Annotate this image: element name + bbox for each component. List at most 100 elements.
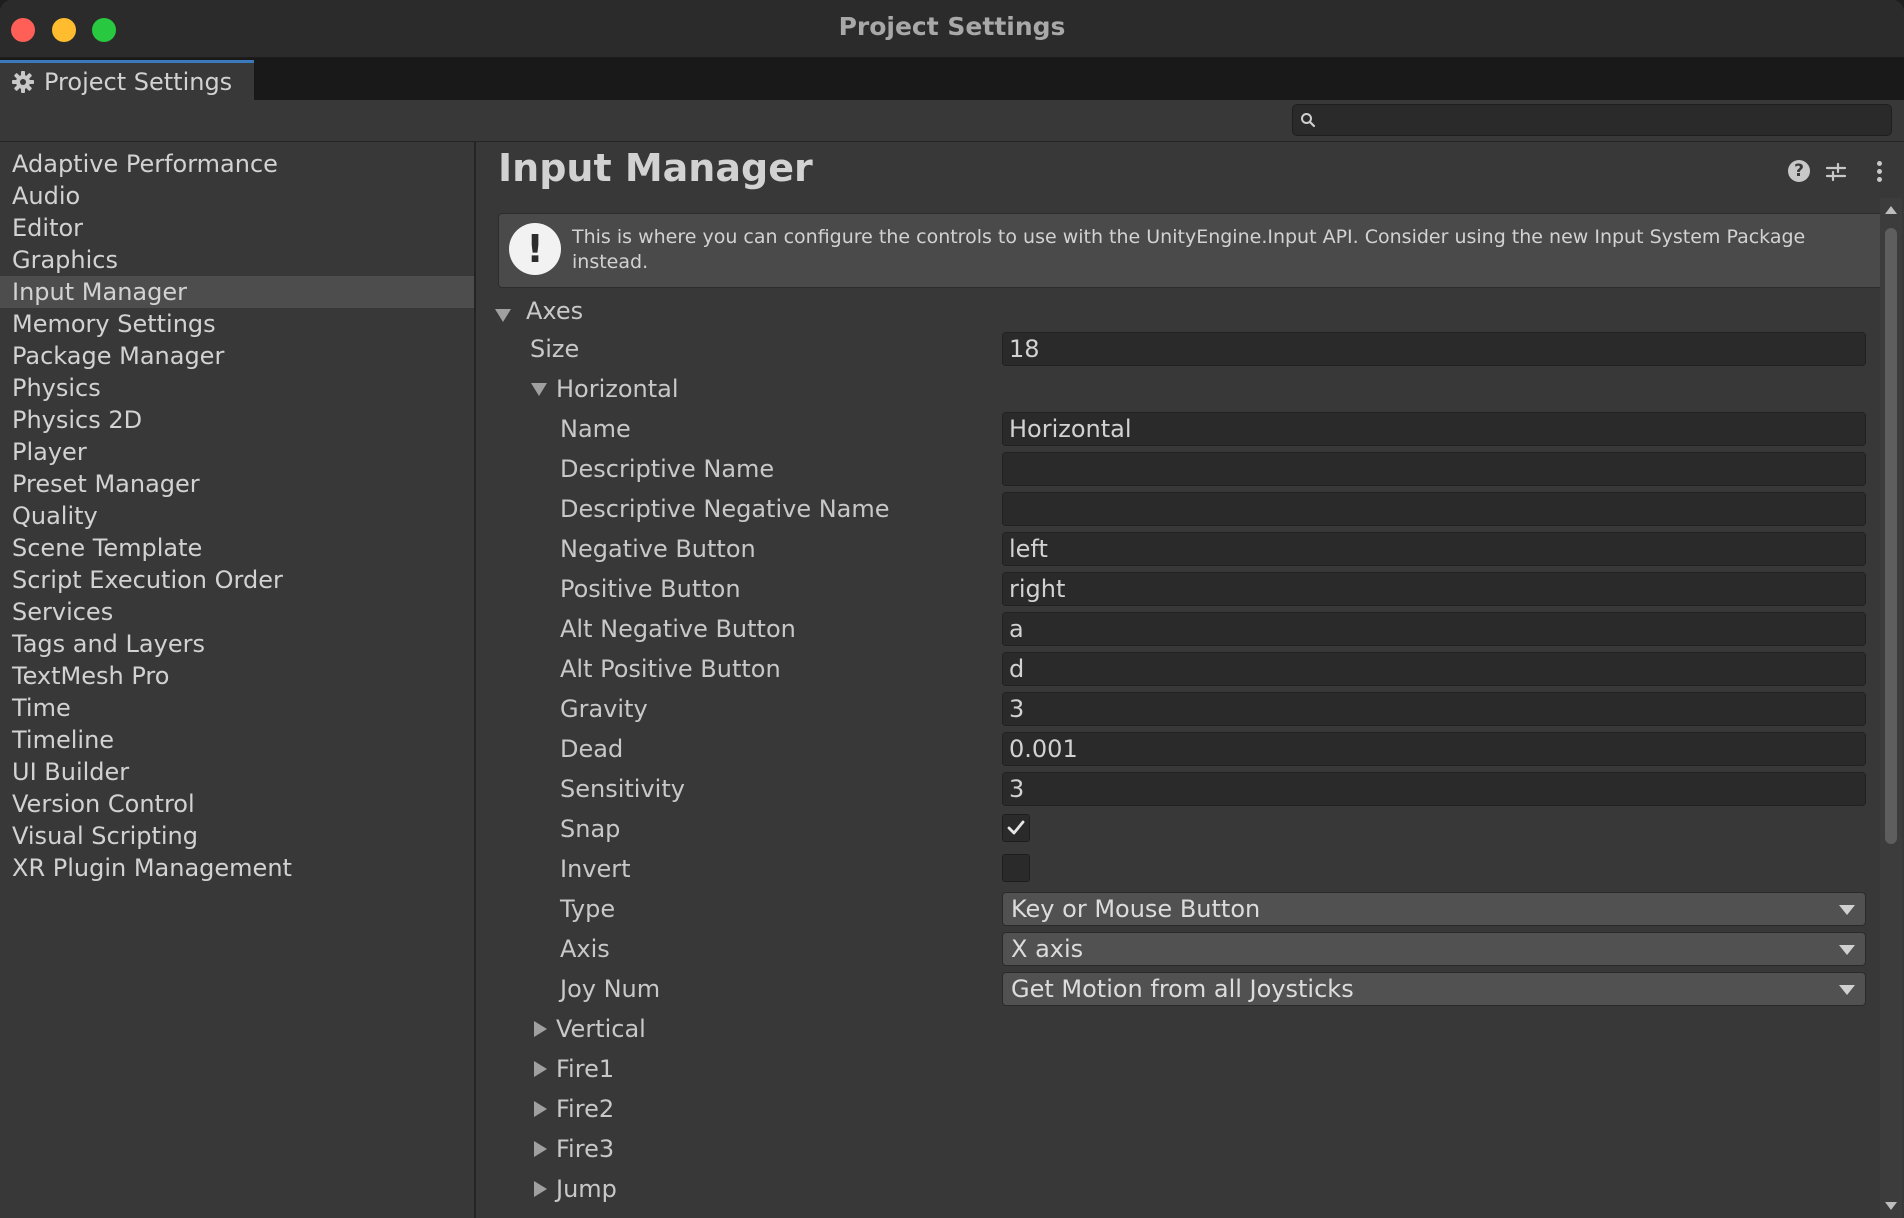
help-icon[interactable]: ? bbox=[1788, 160, 1810, 182]
fire3-foldout-label[interactable]: Fire3 bbox=[556, 1135, 614, 1163]
invert-label: Invert bbox=[560, 855, 631, 883]
settings-options-kebab-icon[interactable] bbox=[1874, 161, 1884, 182]
axis-label: Axis bbox=[560, 935, 610, 963]
sidebar-item-textmesh-pro[interactable]: TextMesh Pro bbox=[0, 660, 474, 692]
sidebar-item-tags-and-layers[interactable]: Tags and Layers bbox=[0, 628, 474, 660]
sidebar-item-quality[interactable]: Quality bbox=[0, 500, 474, 532]
sidebar-item-ui-builder[interactable]: UI Builder bbox=[0, 756, 474, 788]
sidebar-item-graphics[interactable]: Graphics bbox=[0, 244, 474, 276]
joy-num-dropdown[interactable]: Get Motion from all Joysticks bbox=[1002, 972, 1866, 1006]
size-field[interactable] bbox=[1002, 332, 1866, 366]
jump-foldout-label[interactable]: Jump bbox=[556, 1175, 617, 1203]
sidebar-item-player[interactable]: Player bbox=[0, 436, 474, 468]
sidebar-item-package-manager[interactable]: Package Manager bbox=[0, 340, 474, 372]
sidebar-item-input-manager[interactable]: Input Manager bbox=[0, 276, 474, 308]
sidebar-item-physics[interactable]: Physics bbox=[0, 372, 474, 404]
fire1-foldout-label[interactable]: Fire1 bbox=[556, 1055, 614, 1083]
help-box: ! This is where you can configure the co… bbox=[498, 213, 1884, 288]
alt-negative-button-field[interactable] bbox=[1002, 612, 1866, 646]
name-label: Name bbox=[560, 415, 631, 443]
negative-button-label: Negative Button bbox=[560, 535, 756, 563]
chevron-down-icon bbox=[1839, 905, 1855, 915]
sidebar-item-preset-manager[interactable]: Preset Manager bbox=[0, 468, 474, 500]
sensitivity-field[interactable] bbox=[1002, 772, 1866, 806]
search-input[interactable] bbox=[1292, 104, 1892, 136]
gravity-label: Gravity bbox=[560, 695, 648, 723]
type-dropdown-value: Key or Mouse Button bbox=[1011, 895, 1261, 923]
sidebar-item-services[interactable]: Services bbox=[0, 596, 474, 628]
sidebar-item-physics-2d[interactable]: Physics 2D bbox=[0, 404, 474, 436]
chevron-down-icon bbox=[1839, 945, 1855, 955]
sensitivity-label: Sensitivity bbox=[560, 775, 685, 803]
joy-num-label: Joy Num bbox=[560, 975, 661, 1003]
axes-foldout-arrow-icon[interactable] bbox=[495, 309, 511, 322]
sidebar-item-visual-scripting[interactable]: Visual Scripting bbox=[0, 820, 474, 852]
sidebar-item-editor[interactable]: Editor bbox=[0, 212, 474, 244]
title-bar: Project Settings bbox=[0, 0, 1904, 58]
tab-label: Project Settings bbox=[44, 67, 233, 96]
size-label: Size bbox=[530, 335, 580, 363]
sidebar-item-version-control[interactable]: Version Control bbox=[0, 788, 474, 820]
sidebar-list: Adaptive Performance Audio Editor Graphi… bbox=[0, 142, 474, 884]
settings-sidebar: Adaptive Performance Audio Editor Graphi… bbox=[0, 142, 476, 1218]
sidebar-item-time[interactable]: Time bbox=[0, 692, 474, 724]
scroll-up-arrow-icon[interactable] bbox=[1885, 206, 1897, 214]
type-dropdown[interactable]: Key or Mouse Button bbox=[1002, 892, 1866, 926]
warning-icon: ! bbox=[509, 223, 561, 275]
fire1-foldout-arrow-icon[interactable] bbox=[534, 1061, 547, 1077]
fire2-foldout-label[interactable]: Fire2 bbox=[556, 1095, 614, 1123]
invert-checkbox[interactable] bbox=[1002, 854, 1030, 882]
tab-strip: Project Settings bbox=[0, 58, 1904, 148]
sidebar-item-timeline[interactable]: Timeline bbox=[0, 724, 474, 756]
settings-content: Input Manager ? ! This is where you can … bbox=[478, 142, 1904, 1218]
search-bar bbox=[0, 100, 1904, 142]
vertical-foldout-arrow-icon[interactable] bbox=[534, 1021, 547, 1037]
jump-foldout-arrow-icon[interactable] bbox=[534, 1181, 547, 1197]
window-title: Project Settings bbox=[838, 12, 1066, 41]
positive-button-label: Positive Button bbox=[560, 575, 741, 603]
horizontal-foldout-label[interactable]: Horizontal bbox=[556, 375, 679, 403]
tab-project-settings[interactable]: Project Settings bbox=[0, 60, 254, 100]
snap-label: Snap bbox=[560, 815, 621, 843]
gear-icon bbox=[10, 69, 36, 95]
gravity-field[interactable] bbox=[1002, 692, 1866, 726]
alt-positive-button-field[interactable] bbox=[1002, 652, 1866, 686]
descriptive-name-field[interactable] bbox=[1002, 452, 1866, 486]
descriptive-name-label: Descriptive Name bbox=[560, 455, 775, 483]
negative-button-field[interactable] bbox=[1002, 532, 1866, 566]
checkmark-icon bbox=[1007, 820, 1025, 835]
axes-foldout-label[interactable]: Axes bbox=[526, 297, 583, 325]
sidebar-item-scene-template[interactable]: Scene Template bbox=[0, 532, 474, 564]
sidebar-item-memory-settings[interactable]: Memory Settings bbox=[0, 308, 474, 340]
vertical-foldout-label[interactable]: Vertical bbox=[556, 1015, 646, 1043]
dead-field[interactable] bbox=[1002, 732, 1866, 766]
project-settings-window: Project Settings Project Settings Adapti… bbox=[0, 0, 1904, 1218]
search-icon bbox=[1301, 113, 1316, 128]
sidebar-item-adaptive-performance[interactable]: Adaptive Performance bbox=[0, 148, 474, 180]
sidebar-item-xr-plugin-management[interactable]: XR Plugin Management bbox=[0, 852, 474, 884]
scroll-down-arrow-icon[interactable] bbox=[1885, 1202, 1897, 1210]
chevron-down-icon bbox=[1839, 985, 1855, 995]
presets-sliders-icon[interactable] bbox=[1824, 160, 1848, 184]
fire2-foldout-arrow-icon[interactable] bbox=[534, 1101, 547, 1117]
descriptive-negative-name-label: Descriptive Negative Name bbox=[560, 495, 890, 523]
scrollbar-thumb[interactable] bbox=[1885, 228, 1897, 844]
positive-button-field[interactable] bbox=[1002, 572, 1866, 606]
fire3-foldout-arrow-icon[interactable] bbox=[534, 1141, 547, 1157]
horizontal-foldout-arrow-icon[interactable] bbox=[531, 383, 547, 396]
type-label: Type bbox=[560, 895, 616, 923]
axis-dropdown-value: X axis bbox=[1011, 935, 1084, 963]
snap-checkbox[interactable] bbox=[1002, 814, 1030, 842]
page-title: Input Manager bbox=[498, 146, 813, 190]
axis-dropdown[interactable]: X axis bbox=[1002, 932, 1866, 966]
descriptive-negative-name-field[interactable] bbox=[1002, 492, 1866, 526]
alt-negative-button-label: Alt Negative Button bbox=[560, 615, 796, 643]
help-box-text: This is where you can configure the cont… bbox=[572, 226, 1806, 273]
sidebar-item-audio[interactable]: Audio bbox=[0, 180, 474, 212]
name-field[interactable] bbox=[1002, 412, 1866, 446]
joy-num-dropdown-value: Get Motion from all Joysticks bbox=[1011, 975, 1354, 1003]
sidebar-item-script-execution-order[interactable]: Script Execution Order bbox=[0, 564, 474, 596]
dead-label: Dead bbox=[560, 735, 624, 763]
vertical-scrollbar[interactable] bbox=[1880, 198, 1902, 1218]
alt-positive-button-label: Alt Positive Button bbox=[560, 655, 781, 683]
